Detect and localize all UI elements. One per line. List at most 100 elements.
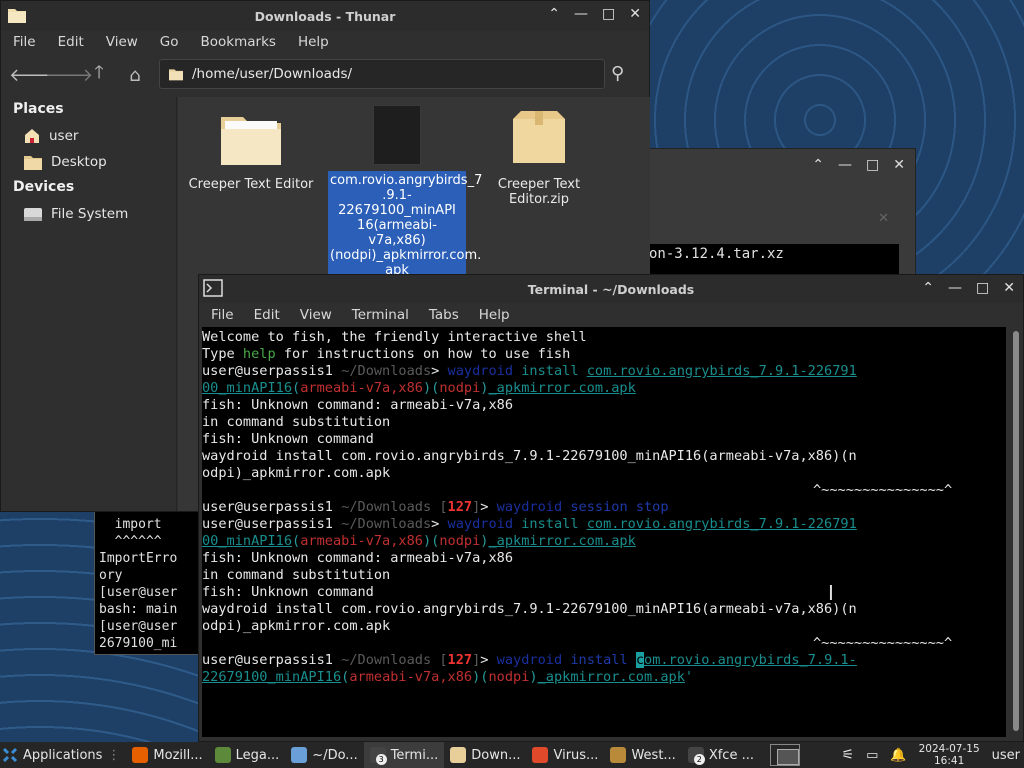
taskbar-item[interactable]: ~/Do...	[285, 742, 363, 768]
workspace-switcher[interactable]	[769, 744, 800, 766]
terminal-scrollbar[interactable]	[1009, 327, 1023, 737]
clock[interactable]: 2024-07-15 16:41	[919, 743, 980, 767]
tab-close-icon[interactable]: ✕	[878, 211, 889, 226]
maximize-icon[interactable]: □	[976, 280, 989, 296]
terminal-line: ory	[99, 568, 123, 583]
window-count-badge: 3	[375, 754, 387, 765]
file-item-zip[interactable]: Creeper Text Editor.zip	[470, 109, 608, 207]
clock-date: 2024-07-15	[918, 743, 980, 755]
background-terminal[interactable]: import ^^^^^^ ImportErro ory [user@user bash…	[94, 505, 204, 655]
menu-help[interactable]: Help	[298, 34, 329, 50]
sidebar-item-user[interactable]: user	[1, 123, 176, 149]
taskbar-item[interactable]: 3 Termi...	[363, 742, 445, 768]
terminal-line: user@userpassis1 ~/Downloads [127]> wayd…	[202, 652, 857, 668]
user-menu[interactable]: user	[992, 748, 1020, 763]
exit-status: 127	[447, 652, 473, 668]
arg-path: 22679100_minAPI16	[202, 669, 342, 685]
menu-tabs[interactable]: Tabs	[429, 307, 459, 323]
terminal-output[interactable]: Welcome to fish, the friendly interactiv…	[202, 327, 1006, 737]
close-icon[interactable]: ✕	[893, 157, 905, 173]
terminal-line: waydroid install com.rovio.angrybirds_7.…	[202, 601, 857, 617]
terminal-line: waydroid install com.rovio.angrybirds_7.…	[202, 448, 857, 464]
terminal-line: 2679100_mi	[99, 636, 178, 651]
arg-nodpi: nodpi	[439, 533, 481, 549]
menu-file[interactable]: File	[13, 34, 36, 50]
menubar: File Edit View Go Bookmarks Help	[1, 31, 649, 53]
titlebar[interactable]: Downloads - Thunar ⌃ — □ ✕	[1, 1, 649, 31]
location-bar[interactable]: /home/user/Downloads/	[159, 59, 605, 89]
up-arrow-icon[interactable]: 🡑	[81, 60, 117, 90]
back-arrow-icon[interactable]: 🡐	[9, 65, 57, 86]
search-icon[interactable]: ⚲	[611, 63, 624, 84]
terminal-line: import	[99, 517, 162, 532]
titlebar[interactable]: Terminal - ~/Downloads ⌃ — □ ✕	[199, 275, 1023, 303]
prompt-user: user@userpassis1	[202, 499, 333, 515]
home-icon[interactable]: ⌂	[117, 65, 153, 86]
terminal-line: in command substitution	[202, 414, 391, 430]
folder-icon	[8, 9, 26, 23]
minimize-icon[interactable]: ⌃	[812, 157, 824, 173]
editor-icon	[291, 747, 308, 763]
desktop-folder-icon	[24, 156, 42, 170]
taskbar-item[interactable]: Mozill...	[126, 742, 208, 768]
command-word: waydroid	[447, 516, 514, 532]
minimize-line-icon[interactable]: —	[838, 157, 852, 173]
menu-go[interactable]: Go	[160, 34, 179, 50]
taskbar-item-label: Down...	[471, 747, 521, 763]
prompt-dir: ~/Downloads	[341, 363, 432, 379]
menu-edit[interactable]: Edit	[254, 307, 280, 323]
arg-path: _apkmirror.com.apk	[488, 380, 636, 396]
terminal-line: ^^^^^^	[99, 534, 162, 549]
file-name-line: 16(armeabi-v7a,x86)	[357, 218, 437, 248]
menu-file[interactable]: File	[211, 307, 234, 323]
close-icon[interactable]: ✕	[629, 6, 641, 22]
terminal-window[interactable]: Terminal - ~/Downloads ⌃ — □ ✕ File Edit…	[198, 274, 1024, 742]
archive-icon	[513, 111, 565, 163]
shade-icon[interactable]: ⌃	[548, 6, 560, 22]
sidebar-item-filesystem[interactable]: File System	[1, 201, 176, 227]
menu-help[interactable]: Help	[479, 307, 510, 323]
maximize-icon[interactable]: □	[866, 157, 879, 173]
notification-bell-icon[interactable]: 🔔	[890, 748, 906, 763]
file-name: Creeper Text Editor	[188, 177, 314, 192]
shade-icon[interactable]: ⌃	[922, 280, 934, 296]
minimize-icon[interactable]: —	[948, 280, 962, 296]
background-window[interactable]: ⌃ — □ ✕ ✕ on-3.12.4.tar.xz	[648, 148, 916, 279]
scrollbar-thumb[interactable]	[1013, 331, 1019, 731]
menu-view[interactable]: View	[300, 307, 332, 323]
maximize-icon[interactable]: □	[602, 6, 615, 22]
system-tray: ⚟ ▭ 🔔 2024-07-15 16:41 user	[842, 742, 1024, 768]
menu-view[interactable]: View	[106, 34, 138, 50]
applications-menu-button[interactable]: Applications ⋮	[0, 742, 126, 768]
file-item-apk[interactable]: com.rovio.angrybirds_7 .9.1-22679100_min…	[328, 105, 482, 280]
terminal-line: 00_minAPI16(armeabi-v7a,x86)(nodpi)_apkm…	[202, 533, 636, 549]
prompt-dir: ~/Downloads	[341, 652, 432, 668]
taskbar-item[interactable]: West...	[604, 742, 681, 768]
sidebar-item-label: user	[49, 128, 79, 144]
battery-icon[interactable]: ▭	[866, 748, 878, 763]
network-off-icon[interactable]: ⚟	[842, 747, 855, 763]
minimize-icon[interactable]: —	[574, 6, 588, 22]
taskbar-item[interactable]: Down...	[444, 742, 526, 768]
sidebar-item-desktop[interactable]: Desktop	[1, 149, 176, 175]
task-list: Mozill... Lega... ~/Do... 3 Termi... Down... V…	[126, 742, 760, 768]
taskbar-item[interactable]: Virus...	[526, 742, 604, 768]
menu-bookmarks[interactable]: Bookmarks	[201, 34, 276, 50]
taskbar-item-label: Mozill...	[153, 747, 203, 763]
taskbar-item[interactable]: Lega...	[209, 742, 286, 768]
terminal-line: [user@user	[99, 585, 178, 600]
menu-terminal[interactable]: Terminal	[352, 307, 409, 323]
minecraft-icon	[214, 747, 231, 763]
file-item-folder[interactable]: Creeper Text Editor	[182, 111, 320, 192]
file-name-line: (nodpi)_apkmirror.com.	[330, 248, 482, 263]
close-icon[interactable]: ✕	[1003, 280, 1015, 296]
terminal-line: odpi)_apkmirror.com.apk	[202, 618, 391, 634]
menu-edit[interactable]: Edit	[58, 34, 84, 50]
terminal-line: fish: Unknown command	[202, 431, 374, 447]
applications-label: Applications	[23, 747, 103, 763]
forward-arrow-icon[interactable]: 🡒	[45, 65, 93, 86]
arg-arch: armeabi-v7a,x86	[300, 380, 423, 396]
text: for instructions on how to use fish	[275, 346, 571, 362]
taskbar-item[interactable]: 2 Xfce ...	[682, 742, 760, 768]
arg-nodpi: nodpi	[488, 669, 530, 685]
